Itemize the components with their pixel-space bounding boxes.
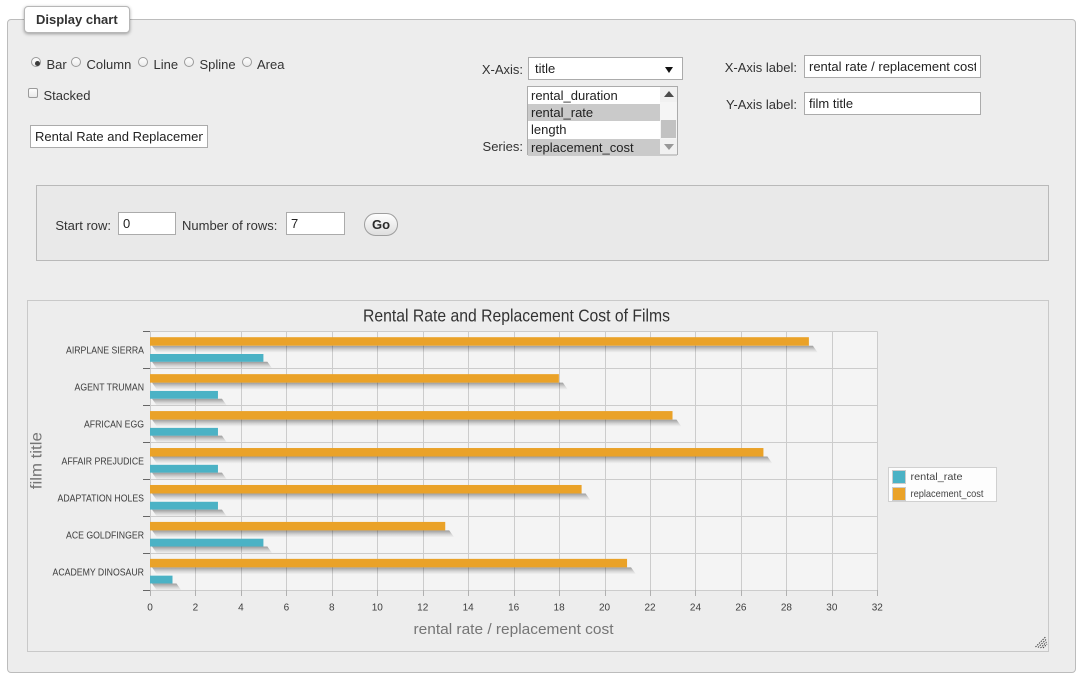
svg-text:replacement_cost: replacement_cost [911,488,984,500]
svg-text:20: 20 [599,603,611,614]
svg-text:AGENT TRUMAN: AGENT TRUMAN [75,383,145,394]
svg-text:rental rate / replacement cost: rental rate / replacement cost [414,621,615,638]
svg-text:ACADEMY DINOSAUR: ACADEMY DINOSAUR [53,567,145,578]
svg-text:AIRPLANE SIERRA: AIRPLANE SIERRA [66,346,144,357]
svg-text:ADAPTATION HOLES: ADAPTATION HOLES [58,493,145,504]
svg-text:AFFAIR PREJUDICE: AFFAIR PREJUDICE [62,457,145,468]
svg-text:26: 26 [735,603,747,614]
svg-text:16: 16 [508,603,520,614]
svg-text:18: 18 [554,603,566,614]
svg-text:6: 6 [284,603,290,614]
svg-text:0: 0 [147,603,153,614]
svg-text:rental_rate: rental_rate [911,471,963,483]
svg-text:film title: film title [29,432,46,489]
svg-text:22: 22 [644,603,656,614]
svg-text:10: 10 [372,603,384,614]
svg-text:4: 4 [238,603,244,614]
svg-text:AFRICAN EGG: AFRICAN EGG [84,420,144,431]
svg-text:12: 12 [417,603,429,614]
svg-text:ACE GOLDFINGER: ACE GOLDFINGER [66,530,144,541]
svg-text:32: 32 [872,603,884,614]
svg-text:30: 30 [826,603,838,614]
svg-text:28: 28 [781,603,793,614]
svg-text:2: 2 [193,603,199,614]
svg-text:8: 8 [329,603,335,614]
svg-text:14: 14 [463,603,475,614]
svg-text:Rental Rate and Replacement Co: Rental Rate and Replacement Cost of Film… [363,306,670,326]
svg-text:24: 24 [690,603,702,614]
